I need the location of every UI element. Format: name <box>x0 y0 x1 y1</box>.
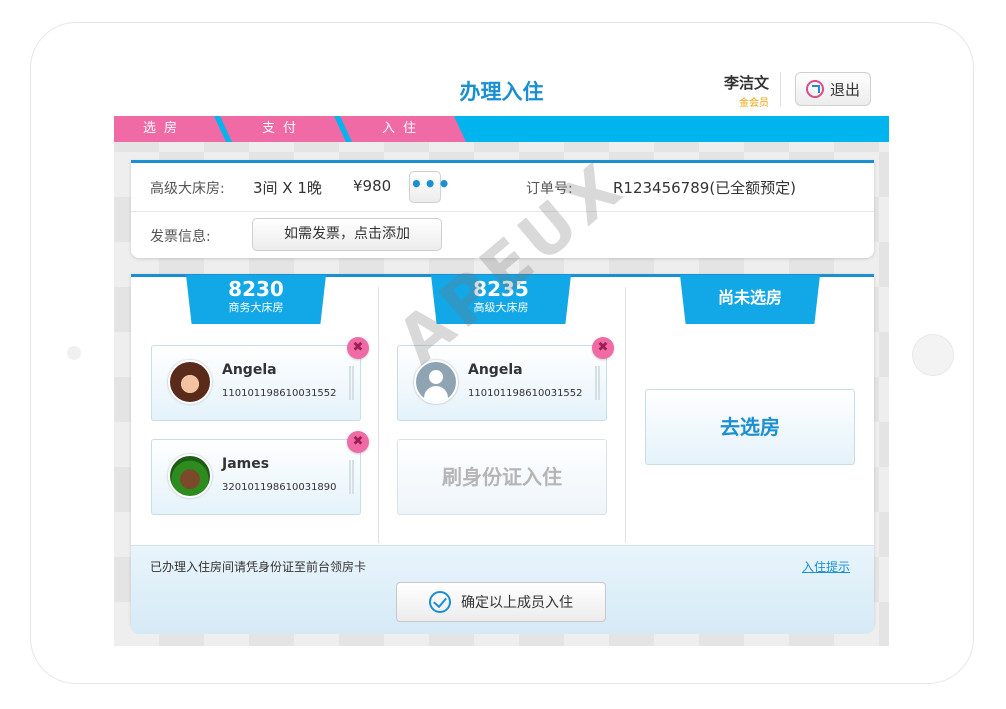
guest-name: James <box>222 456 270 472</box>
guest-card[interactable]: Angela 110101198610031552 <box>151 345 361 421</box>
guest-id-number: 110101198610031552 <box>468 388 583 399</box>
app-screen: 办理入住 李洁文 金会员 退出 选房 支付 入住 高级大床房: 3间 X 1晚 … <box>114 62 889 646</box>
checkin-footer: 已办理入住房间请凭身份证至前台领房卡 入住提示 确定以上成员入住 <box>131 545 874 634</box>
male-avatar-icon <box>168 454 212 498</box>
room-quantity: 3间 X 1晚 <box>253 179 322 197</box>
guest-id-number: 110101198610031552 <box>222 388 337 399</box>
room-type-label: 高级大床房: <box>150 181 225 197</box>
order-number-label: 订单号: <box>526 181 573 197</box>
header-divider <box>780 72 781 106</box>
person-placeholder-icon <box>414 360 458 404</box>
step-payment: 支付 <box>220 116 346 142</box>
room-price: ¥980 <box>353 177 392 195</box>
drag-handle-icon[interactable] <box>349 366 354 400</box>
logout-button[interactable]: 退出 <box>795 72 871 106</box>
checkin-notice: 已办理入住房间请凭身份证至前台领房卡 <box>150 560 367 574</box>
room-number: 8230 <box>228 277 284 301</box>
room-type: 商务大床房 <box>228 301 284 314</box>
guest-card[interactable]: Angela 110101198610031552 <box>397 345 607 421</box>
check-circle-icon <box>429 591 451 613</box>
order-summary-row: 高级大床房: 3间 X 1晚 ¥980 ••• 订单号: R123456789(… <box>131 163 874 212</box>
app-header: 办理入住 李洁文 金会员 退出 <box>114 62 889 117</box>
step-select-room: 选房 <box>114 116 226 142</box>
checkin-tips-link[interactable]: 入住提示 <box>802 558 850 575</box>
rooms-card: 8230 商务大床房 Angela 110101198610031552 ✖ J… <box>131 274 874 634</box>
room-tag-8235: 8235 高级大床房 <box>431 275 571 324</box>
step-check-in: 入住 <box>340 116 466 142</box>
room-unselected-label: 尚未选房 <box>717 288 782 307</box>
more-options-button[interactable]: ••• <box>409 171 450 203</box>
guest-name: Angela <box>222 362 277 378</box>
page-title: 办理入住 <box>459 80 544 104</box>
member-level-badge: 金会员 <box>739 98 769 109</box>
remove-guest-button[interactable]: ✖ <box>347 337 369 359</box>
user-name: 李洁文 <box>723 74 769 92</box>
tablet-home-button[interactable] <box>912 334 954 376</box>
guest-name: Angela <box>468 362 523 378</box>
drag-handle-icon[interactable] <box>595 366 600 400</box>
remove-guest-button[interactable]: ✖ <box>347 431 369 453</box>
confirm-checkin-label: 确定以上成员入住 <box>461 595 573 611</box>
room-number: 8235 <box>473 277 529 301</box>
order-number-value: R123456789(已全额预定) <box>613 179 797 197</box>
room-type: 高级大床房 <box>473 301 529 314</box>
column-divider <box>625 287 626 543</box>
go-select-room-button[interactable]: 去选房 <box>645 389 855 465</box>
drag-handle-icon[interactable] <box>349 460 354 494</box>
logout-icon <box>805 80 824 98</box>
confirm-checkin-button[interactable]: 确定以上成员入住 <box>396 582 606 622</box>
swipe-id-card-slot[interactable]: 刷身份证入住 <box>397 439 607 515</box>
female-avatar-icon <box>168 360 212 404</box>
guest-id-number: 320101198610031890 <box>222 482 337 493</box>
logout-label: 退出 <box>829 80 860 99</box>
tablet-camera <box>67 346 81 360</box>
order-info-card: 高级大床房: 3间 X 1晚 ¥980 ••• 订单号: R123456789(… <box>131 160 874 258</box>
room-tag-unselected: 尚未选房 <box>680 275 820 324</box>
column-divider <box>378 287 379 543</box>
invoice-label: 发票信息: <box>150 229 211 245</box>
guest-card[interactable]: James 320101198610031890 <box>151 439 361 515</box>
remove-guest-button[interactable]: ✖ <box>592 337 614 359</box>
progress-steps: 选房 支付 入住 <box>114 116 889 142</box>
room-tag-8230: 8230 商务大床房 <box>186 275 326 324</box>
add-invoice-button[interactable]: 如需发票，点击添加 <box>252 218 442 251</box>
